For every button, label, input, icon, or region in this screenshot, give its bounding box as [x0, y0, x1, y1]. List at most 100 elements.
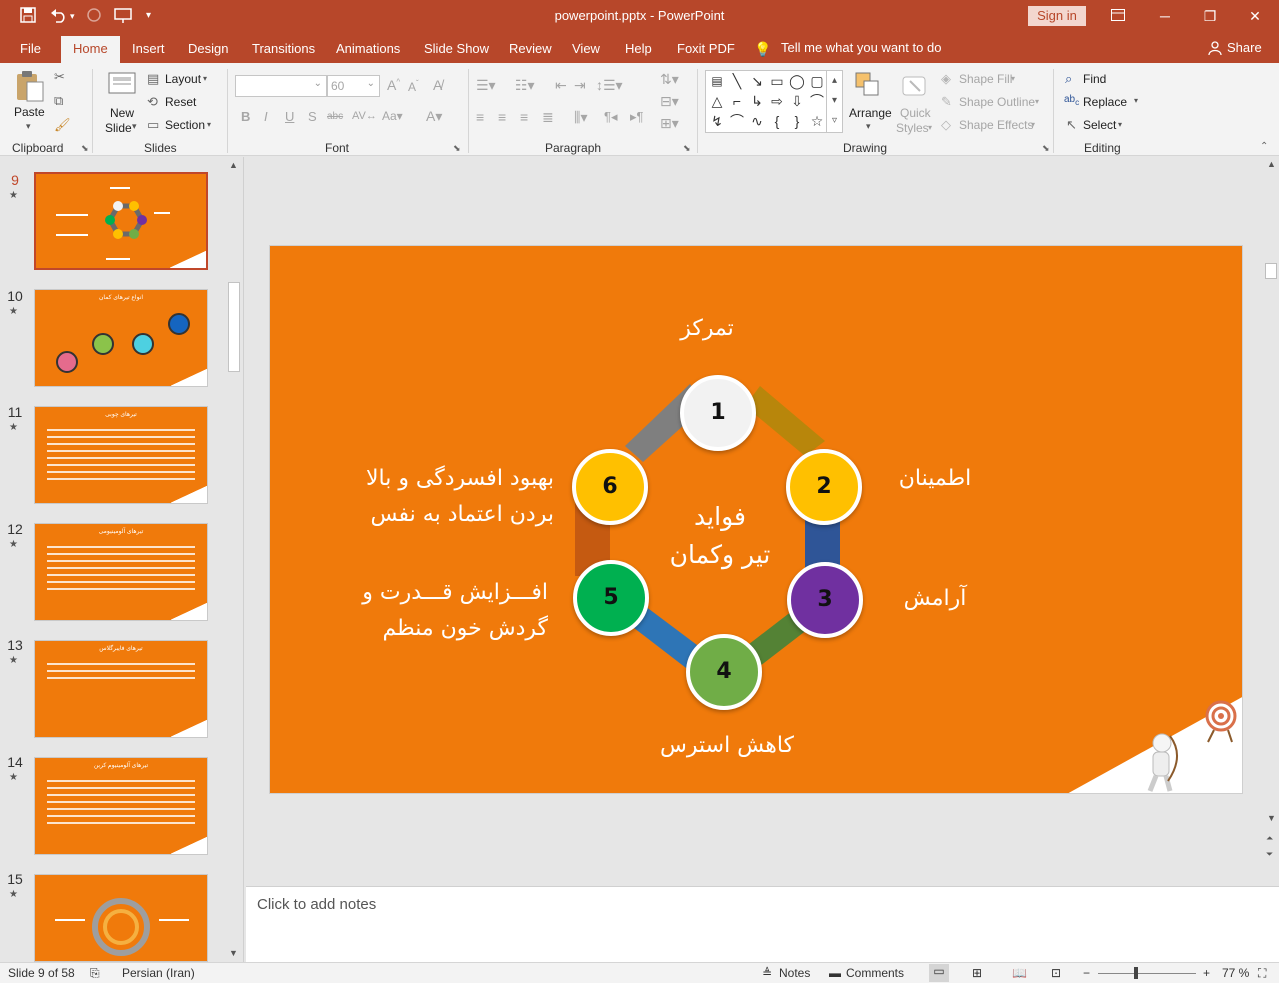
- slide-thumbnail-13[interactable]: تیرهای فایبرگلاس: [34, 640, 208, 738]
- slide-thumbnail-14[interactable]: تیرهای آلومینیوم کربن: [34, 757, 208, 855]
- font-size-dropdown-icon[interactable]: ⌄: [367, 78, 375, 89]
- tab-home[interactable]: Home: [61, 36, 120, 63]
- select-icon[interactable]: ↖: [1066, 117, 1077, 133]
- zoom-slider-thumb[interactable]: [1134, 967, 1138, 979]
- rectangle-shape-icon[interactable]: ▭: [768, 72, 786, 90]
- tab-design[interactable]: Design: [188, 41, 228, 56]
- reading-view-icon[interactable]: 📖: [1012, 966, 1027, 980]
- paste-icon[interactable]: [14, 69, 46, 106]
- scroll-thumb[interactable]: [1265, 263, 1277, 279]
- shape-outline-dropdown-icon[interactable]: ▾: [1035, 97, 1039, 106]
- close-icon[interactable]: ✕: [1245, 6, 1265, 26]
- arrange-button[interactable]: Arrange: [849, 106, 892, 120]
- node-5[interactable]: 5: [573, 560, 649, 636]
- oval-shape-icon[interactable]: ◯: [788, 72, 806, 90]
- slide-sorter-icon[interactable]: ⊞: [972, 966, 982, 980]
- fit-slide-icon[interactable]: ⛶: [1258, 966, 1266, 981]
- underline-icon[interactable]: U: [285, 109, 294, 124]
- tab-insert[interactable]: Insert: [132, 41, 165, 56]
- scroll-down-icon[interactable]: ▼: [1267, 813, 1276, 823]
- clear-formatting-icon[interactable]: A̸: [433, 77, 442, 93]
- reset-button[interactable]: Reset: [165, 95, 196, 109]
- slide-scrollbar[interactable]: ▲ ▼ ⏶ ⏷: [1263, 157, 1279, 885]
- quick-styles-icon[interactable]: [900, 71, 930, 104]
- paste-dropdown-icon[interactable]: ▾: [26, 121, 31, 132]
- clipboard-launcher-icon[interactable]: ⬊: [81, 143, 89, 154]
- replace-button[interactable]: Replace: [1083, 95, 1127, 109]
- node-3[interactable]: 3: [787, 562, 863, 638]
- indent-increase-icon[interactable]: ⇥: [574, 77, 586, 94]
- shape-fill-icon[interactable]: ◈: [941, 71, 951, 87]
- ltr-icon[interactable]: ▸¶: [630, 109, 644, 125]
- tab-review[interactable]: Review: [509, 41, 552, 56]
- section-dropdown-icon[interactable]: ▾: [207, 120, 211, 129]
- line-shape-icon[interactable]: ╲: [728, 72, 746, 90]
- slide-canvas[interactable]: 1 2 3 4 5 6 فواید تیر وکمان تمرکز اطمینا…: [269, 245, 1243, 794]
- sign-in-button[interactable]: Sign in: [1028, 6, 1086, 26]
- bold-icon[interactable]: B: [241, 109, 250, 124]
- zoom-out-icon[interactable]: −: [1083, 966, 1090, 980]
- slide-thumbnail-12[interactable]: تیرهای آلومینیومی: [34, 523, 208, 621]
- shape-fill-dropdown-icon[interactable]: ▾: [1011, 74, 1015, 83]
- scroll-up-icon[interactable]: ▲: [1267, 159, 1276, 169]
- font-name-combo[interactable]: ⌄: [235, 75, 327, 97]
- font-launcher-icon[interactable]: ⬊: [453, 143, 461, 154]
- label-strength-1[interactable]: افـــزایش قـــدرت و: [328, 580, 548, 605]
- restore-icon[interactable]: ❐: [1200, 6, 1220, 26]
- shadow-icon[interactable]: S: [308, 109, 317, 124]
- tab-help[interactable]: Help: [625, 41, 652, 56]
- new-slide-dropdown-icon[interactable]: ▾: [132, 121, 137, 132]
- node-6[interactable]: 6: [572, 449, 648, 525]
- tab-view[interactable]: View: [572, 41, 600, 56]
- align-text-icon[interactable]: ⊟▾: [660, 93, 679, 110]
- next-slide-icon[interactable]: ⏷: [1266, 849, 1273, 860]
- replace-dropdown-icon[interactable]: ▾: [1134, 96, 1138, 105]
- decrease-font-icon[interactable]: Aˇ: [408, 79, 419, 94]
- label-depression-1[interactable]: بهبود افسردگی و بالا: [340, 466, 554, 491]
- find-button[interactable]: Find: [1083, 72, 1106, 86]
- share-button[interactable]: Share: [1227, 40, 1262, 55]
- zoom-slider[interactable]: [1098, 973, 1196, 974]
- zoom-in-icon[interactable]: +: [1203, 966, 1210, 980]
- curve-shape-icon[interactable]: ⌒: [808, 92, 826, 110]
- font-name-dropdown-icon[interactable]: ⌄: [314, 78, 322, 89]
- columns-icon[interactable]: ⫼▾: [574, 109, 587, 126]
- previous-slide-icon[interactable]: ⏶: [1266, 833, 1273, 844]
- select-dropdown-icon[interactable]: ▾: [1118, 120, 1122, 129]
- normal-view-icon[interactable]: ▭: [929, 964, 949, 982]
- text-direction-icon[interactable]: ⇅▾: [660, 71, 679, 88]
- zoom-level[interactable]: 77 %: [1222, 966, 1249, 980]
- cut-icon[interactable]: ✂: [54, 69, 65, 85]
- tab-transitions[interactable]: Transitions: [252, 41, 315, 56]
- bullets-icon[interactable]: ☰▾: [476, 77, 496, 94]
- wave-shape-icon[interactable]: ∿: [748, 112, 766, 130]
- arrange-icon[interactable]: [854, 71, 882, 102]
- select-button[interactable]: Select: [1083, 118, 1116, 132]
- line-spacing-icon[interactable]: ↕☰▾: [596, 77, 623, 94]
- down-arrow-shape-icon[interactable]: ⇩: [788, 92, 806, 110]
- section-icon[interactable]: ▭: [147, 117, 159, 133]
- triangle-shape-icon[interactable]: △: [708, 92, 726, 110]
- slide-thumbnail-10[interactable]: انواع تیرهای کمان: [34, 289, 208, 387]
- textbox-shape-icon[interactable]: ▤: [708, 72, 726, 90]
- character-spacing-icon[interactable]: AV↔: [352, 110, 377, 122]
- label-confidence[interactable]: اطمینان: [880, 466, 990, 491]
- shape-effects-icon[interactable]: ◇: [941, 117, 951, 133]
- notes-toggle[interactable]: Notes: [779, 966, 810, 980]
- strikethrough-icon[interactable]: abc: [327, 111, 343, 122]
- label-depression-2[interactable]: بردن اعتماد به نفس: [340, 502, 554, 527]
- slide-thumbnail-11[interactable]: تیرهای چوبی: [34, 406, 208, 504]
- paragraph-launcher-icon[interactable]: ⬊: [683, 143, 691, 154]
- elbow-arrow-icon[interactable]: ↳: [748, 92, 766, 110]
- node-1[interactable]: 1: [680, 375, 756, 451]
- star-shape-icon[interactable]: ☆: [808, 112, 826, 130]
- format-painter-icon[interactable]: 🖌: [54, 117, 71, 133]
- align-center-icon[interactable]: ≡: [498, 109, 506, 125]
- node-4[interactable]: 4: [686, 634, 762, 710]
- label-stress-reduction[interactable]: کاهش استرس: [650, 733, 804, 758]
- comments-icon[interactable]: ▬: [829, 966, 841, 980]
- label-focus[interactable]: تمرکز: [650, 316, 764, 341]
- label-calm[interactable]: آرامش: [890, 586, 980, 611]
- align-left-icon[interactable]: ≡: [476, 109, 484, 125]
- justify-icon[interactable]: ≣: [542, 109, 554, 126]
